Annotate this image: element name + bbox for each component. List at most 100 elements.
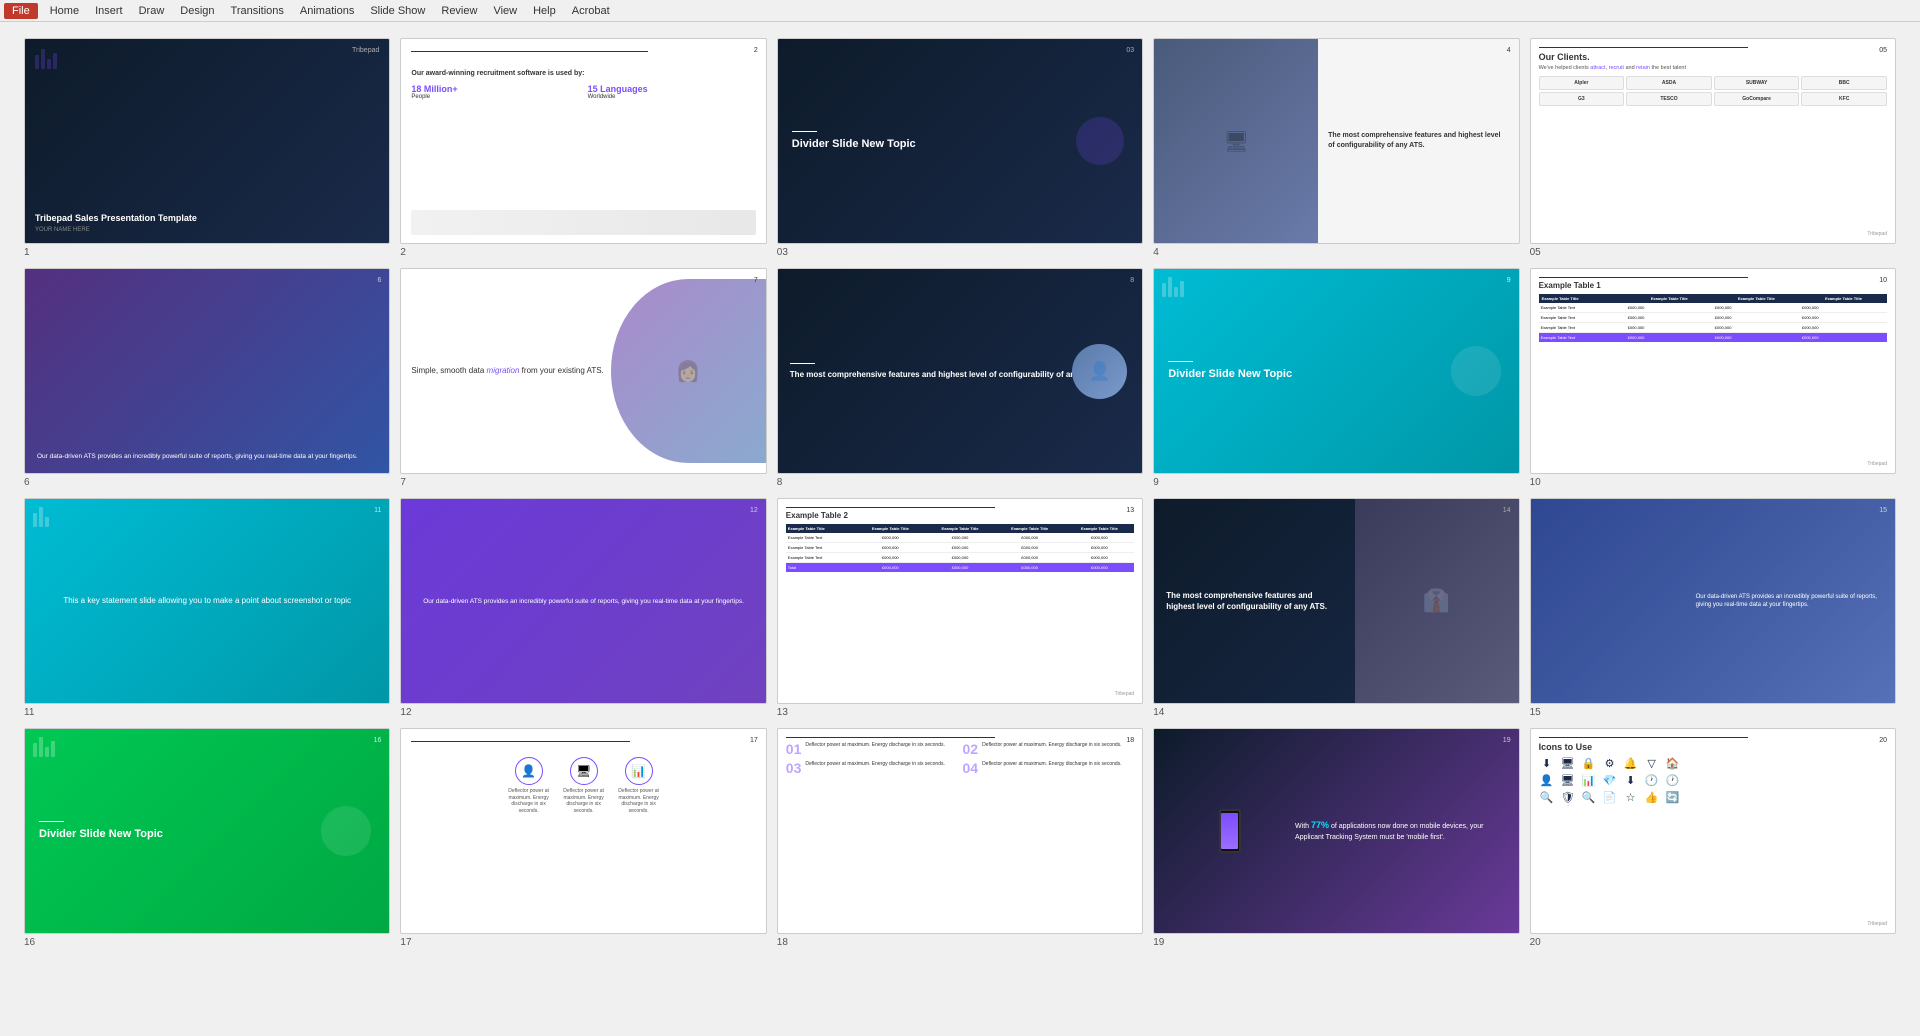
slide-17[interactable]: 17 👤 Deflector power at maximum. Energy … <box>400 728 766 934</box>
slide-13[interactable]: 13 Example Table 2 Example Table Title E… <box>777 498 1143 704</box>
slide-16[interactable]: 16 Divider Slide New Topic <box>24 728 390 934</box>
slide-20[interactable]: 20 Icons to Use ⬇ 🖥 🔒 ⚙ 🔔 ▽ 🏠 👤 🖥 <box>1530 728 1896 934</box>
slide-5-heading: Our Clients. <box>1539 52 1887 62</box>
slide-wrapper-17: 17 👤 Deflector power at maximum. Energy … <box>400 728 766 948</box>
slide-2-stat1: 18 Million+ People <box>411 84 579 100</box>
insert-menu[interactable]: Insert <box>87 3 131 19</box>
slide-13-num: 13 <box>1126 507 1134 514</box>
slide-1-deco <box>35 49 57 69</box>
slide-wrapper-20: 20 Icons to Use ⬇ 🖥 🔒 ⚙ 🔔 ▽ 🏠 👤 🖥 <box>1530 728 1896 948</box>
slide-number-12: 12 <box>400 707 766 718</box>
acrobat-menu[interactable]: Acrobat <box>564 3 618 19</box>
slide-number-16: 16 <box>24 937 390 948</box>
slide-3[interactable]: 03 Divider Slide New Topic <box>777 38 1143 244</box>
slide-wrapper-3: 03 Divider Slide New Topic 03 <box>777 38 1143 258</box>
slide-wrapper-9: 9 Divider Slide New Topic 9 <box>1153 268 1519 488</box>
slide-7-num: 7 <box>754 277 758 284</box>
slide-14-text: The most comprehensive features and high… <box>1166 590 1342 612</box>
slide-7[interactable]: Simple, smooth data migration from your … <box>400 268 766 474</box>
draw-menu[interactable]: Draw <box>131 3 173 19</box>
slide-number-13: 13 <box>777 707 1143 718</box>
slide-9[interactable]: 9 Divider Slide New Topic <box>1153 268 1519 474</box>
slide-wrapper-6: Our data-driven ATS provides an incredib… <box>24 268 390 488</box>
slide-number-2: 2 <box>400 247 766 258</box>
slide-wrapper-11: This a key statement slide allowing you … <box>24 498 390 718</box>
slide-number-3: 03 <box>777 247 1143 258</box>
menu-bar: File Home Insert Draw Design Transitions… <box>0 0 1920 22</box>
slide-1-content: Tribepad Sales Presentation Template YOU… <box>35 213 197 233</box>
review-menu[interactable]: Review <box>433 3 485 19</box>
slide-2[interactable]: 2 Our award-winning recruitment software… <box>400 38 766 244</box>
slideshow-menu[interactable]: Slide Show <box>362 3 433 19</box>
transitions-menu[interactable]: Transitions <box>223 3 292 19</box>
slide-number-7: 7 <box>400 477 766 488</box>
slide-11-text: This a key statement slide allowing you … <box>63 595 351 607</box>
slide-8[interactable]: The most comprehensive features and high… <box>777 268 1143 474</box>
slide-number-1: 1 <box>24 247 390 258</box>
slide-wrapper-8: The most comprehensive features and high… <box>777 268 1143 488</box>
slide-17-num: 17 <box>750 737 758 744</box>
slide-wrapper-4: 🖥 The most comprehensive features and hi… <box>1153 38 1519 258</box>
slide-number-14: 14 <box>1153 707 1519 718</box>
slide-wrapper-5: 05 Our Clients. We've helped clients att… <box>1530 38 1896 258</box>
slide-wrapper-10: 10 Example Table 1 Example Table Title E… <box>1530 268 1896 488</box>
slide-8-num: 8 <box>1130 277 1134 284</box>
slide-number-4: 4 <box>1153 247 1519 258</box>
slide-14[interactable]: The most comprehensive features and high… <box>1153 498 1519 704</box>
slide-wrapper-2: 2 Our award-winning recruitment software… <box>400 38 766 258</box>
slide-11-num: 11 <box>374 507 381 514</box>
slide-number-18: 18 <box>777 937 1143 948</box>
slide-wrapper-18: 18 01 Deflector power at maximum. Energy… <box>777 728 1143 948</box>
view-menu[interactable]: View <box>485 3 525 19</box>
slide-1-title: Tribepad Sales Presentation Template <box>35 213 197 225</box>
slide-10[interactable]: 10 Example Table 1 Example Table Title E… <box>1530 268 1896 474</box>
slide-number-20: 20 <box>1530 937 1896 948</box>
slide-1[interactable]: Tribepad Tribepad Sales Presentation Tem… <box>24 38 390 244</box>
design-menu[interactable]: Design <box>172 3 222 19</box>
slide-number-9: 9 <box>1153 477 1519 488</box>
slide-6-text: Our data-driven ATS provides an incredib… <box>37 452 377 461</box>
slide-12-num: 12 <box>750 507 758 514</box>
home-menu[interactable]: Home <box>42 3 87 19</box>
slide-20-heading: Icons to Use <box>1539 742 1887 752</box>
slide-wrapper-7: Simple, smooth data migration from your … <box>400 268 766 488</box>
slide-number-17: 17 <box>400 937 766 948</box>
slide-6-num: 6 <box>377 277 381 284</box>
slide-1-subtitle: YOUR NAME HERE <box>35 227 197 233</box>
slide-12[interactable]: Our data-driven ATS provides an incredib… <box>400 498 766 704</box>
slide-2-stat2: 15 Languages Worldwide <box>588 84 756 100</box>
slide-wrapper-12: Our data-driven ATS provides an incredib… <box>400 498 766 718</box>
slide-15-text: Our data-driven ATS provides an incredib… <box>1696 593 1885 610</box>
slide-5[interactable]: 05 Our Clients. We've helped clients att… <box>1530 38 1896 244</box>
slide-2-heading: Our award-winning recruitment software i… <box>411 69 755 78</box>
slide-grid: Tribepad Tribepad Sales Presentation Tem… <box>24 38 1896 948</box>
slide-number-10: 10 <box>1530 477 1896 488</box>
slide-4[interactable]: 🖥 The most comprehensive features and hi… <box>1153 38 1519 244</box>
slide-19-num: 19 <box>1503 737 1511 744</box>
slide-wrapper-1: Tribepad Tribepad Sales Presentation Tem… <box>24 38 390 258</box>
slide-16-num: 16 <box>374 737 382 744</box>
slide-20-num: 20 <box>1879 737 1887 744</box>
slide-18[interactable]: 18 01 Deflector power at maximum. Energy… <box>777 728 1143 934</box>
slide-7-text: Simple, smooth data migration from your … <box>411 365 610 377</box>
slide-11[interactable]: This a key statement slide allowing you … <box>24 498 390 704</box>
slide-14-num: 14 <box>1503 507 1511 514</box>
slide-number-15: 15 <box>1530 707 1896 718</box>
slide-15-num: 15 <box>1879 507 1887 514</box>
slide-5-num: 05 <box>1879 47 1887 54</box>
slide-4-text: The most comprehensive features and high… <box>1318 39 1518 243</box>
slide-2-num: 2 <box>754 47 758 54</box>
slide-19[interactable]: With 77% of applications now done on mob… <box>1153 728 1519 934</box>
file-menu[interactable]: File <box>4 3 38 19</box>
slide-15[interactable]: Our data-driven ATS provides an incredib… <box>1530 498 1896 704</box>
help-menu[interactable]: Help <box>525 3 564 19</box>
slide-wrapper-16: 16 Divider Slide New Topic 16 <box>24 728 390 948</box>
slide-16-title: Divider Slide New Topic <box>39 827 163 841</box>
slide-number-8: 8 <box>777 477 1143 488</box>
slide-3-title: Divider Slide New Topic <box>792 137 916 151</box>
slide-number-5: 05 <box>1530 247 1896 258</box>
animations-menu[interactable]: Animations <box>292 3 362 19</box>
slide-6[interactable]: Our data-driven ATS provides an incredib… <box>24 268 390 474</box>
slide-3-num: 03 <box>1126 47 1134 54</box>
slide-wrapper-15: Our data-driven ATS provides an incredib… <box>1530 498 1896 718</box>
